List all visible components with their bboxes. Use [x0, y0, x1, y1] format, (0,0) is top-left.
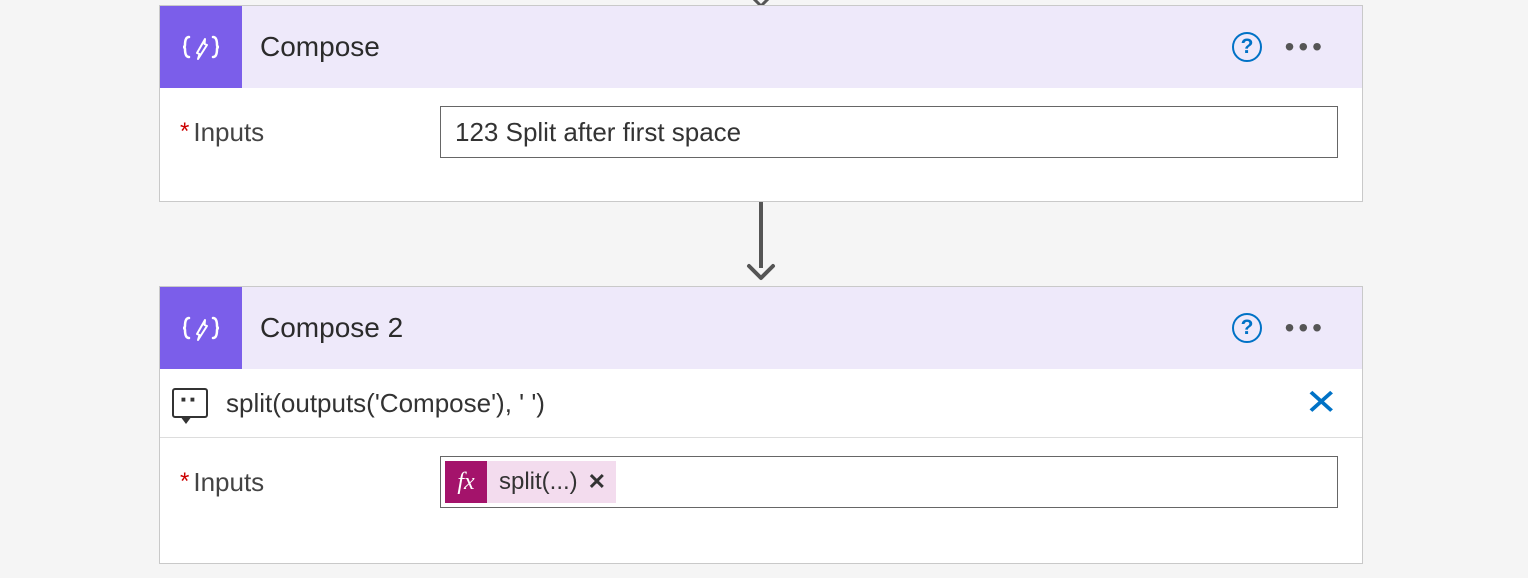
- expression-text: split(outputs('Compose'), ' '): [226, 388, 1300, 419]
- more-menu-icon[interactable]: •••: [1279, 33, 1332, 61]
- card-header[interactable]: Compose ? •••: [160, 6, 1362, 88]
- action-card-compose-2: Compose 2 ? ••• ■ ■ split(outputs('Compo…: [159, 286, 1363, 564]
- connector-line: [759, 202, 763, 268]
- inputs-text-field[interactable]: [440, 106, 1338, 158]
- expression-peek-row: ■ ■ split(outputs('Compose'), ' ') ✕: [160, 369, 1362, 438]
- required-marker: *: [180, 120, 189, 144]
- close-icon[interactable]: ✕: [1300, 385, 1342, 421]
- help-icon[interactable]: ?: [1232, 313, 1262, 343]
- action-card-compose: Compose ? ••• * Inputs: [159, 5, 1363, 202]
- expression-pill-label: split(...): [499, 468, 578, 496]
- speech-bubble-icon: ■ ■: [172, 388, 208, 418]
- inputs-expression-field[interactable]: fx split(...) ✕: [440, 456, 1338, 508]
- inputs-label: * Inputs: [180, 467, 440, 498]
- card-body: * Inputs: [160, 88, 1362, 176]
- more-menu-icon[interactable]: •••: [1279, 314, 1332, 342]
- card-body: * Inputs fx split(...) ✕: [160, 438, 1362, 526]
- chevron-down-icon: [745, 262, 777, 282]
- inputs-row: * Inputs: [180, 106, 1338, 158]
- help-icon[interactable]: ?: [1232, 32, 1262, 62]
- remove-pill-icon[interactable]: ✕: [588, 469, 606, 495]
- compose-icon: [160, 6, 242, 88]
- expression-pill[interactable]: fx split(...) ✕: [445, 461, 616, 503]
- fx-icon: fx: [445, 461, 487, 503]
- inputs-row: * Inputs fx split(...) ✕: [180, 456, 1338, 508]
- flow-designer-canvas: Compose ? ••• * Inputs: [0, 0, 1528, 578]
- connector-arrow[interactable]: [760, 202, 762, 286]
- card-header[interactable]: Compose 2 ? •••: [160, 287, 1362, 369]
- compose-icon: [160, 287, 242, 369]
- inputs-label: * Inputs: [180, 117, 440, 148]
- card-title: Compose: [260, 31, 380, 63]
- card-title: Compose 2: [260, 312, 403, 344]
- required-marker: *: [180, 470, 189, 494]
